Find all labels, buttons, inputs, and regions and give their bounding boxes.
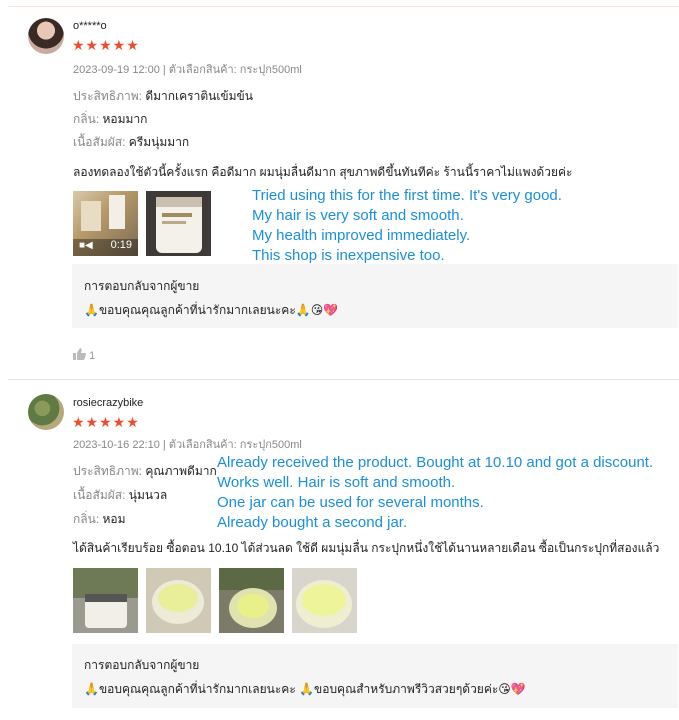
translation-line: Already received the product. Bought at … (217, 454, 654, 471)
photo-thumbnail[interactable] (292, 568, 357, 633)
attribute-row: เนื้อสัมผัส: นุ่มนวล (73, 486, 167, 505)
attribute-value: นุ่มนวล (128, 488, 168, 502)
rating-stars: ★★★★★ (72, 37, 140, 53)
review-comment: ได้สินค้าเรียบร้อย ซื้อตอน 10.10 ได้ส่วน… (73, 541, 660, 555)
attribute-row: ประสิทธิภาพ: คุณภาพดีมาก (73, 462, 217, 481)
translation-line: Works well. Hair is soft and smooth. (217, 474, 456, 491)
reply-text: 🙏ขอบคุณคุณลูกค้าที่น่ารักมากเลยนะคะ 🙏ขอบ… (84, 682, 526, 696)
translation-line: Tried using this for the first time. It'… (252, 187, 562, 204)
attribute-row: กลิ่น: หอม (73, 510, 126, 529)
attribute-key: เนื้อสัมผัส: (73, 135, 126, 149)
review-card: o*****o ★★★★★ 2023-09-19 12:00 | ตัวเลือ… (0, 18, 679, 363)
review-meta: 2023-09-19 12:00 | ตัวเลือกสินค้า: กระปุ… (73, 64, 302, 76)
review-comment: ลองทดลองใช้ตัวนี้ครั้งแรก คือดีมาก ผมนุ่… (73, 165, 573, 179)
reply-text: 🙏ขอบคุณคุณลูกค้าที่น่ารักมากเลยนะคะ🙏😘💖 (84, 303, 339, 317)
attribute-key: เนื้อสัมผัส: (73, 488, 126, 502)
rating-stars: ★★★★★ (72, 414, 140, 430)
video-duration: 0:19 (110, 239, 132, 251)
attribute-row: เนื้อสัมผัส: ครีมนุ่มมาก (73, 133, 189, 152)
top-border (8, 6, 679, 7)
translation-overlay: Already received the product. Bought at … (217, 453, 679, 533)
attribute-row: กลิ่น: หอมมาก (73, 110, 147, 129)
review-divider (8, 379, 679, 380)
video-thumbnail[interactable]: ■◀ 0:19 (73, 191, 138, 256)
attribute-row: ประสิทธิภาพ: ดีมากเคราตินเข้มข้น (73, 87, 253, 106)
avatar[interactable] (28, 394, 64, 430)
reviewer-name[interactable]: o*****o (73, 20, 107, 32)
video-camera-icon: ■◀ (79, 240, 93, 251)
avatar[interactable] (28, 18, 64, 54)
attribute-key: ประสิทธิภาพ: (73, 89, 142, 103)
seller-reply: การตอบกลับจากผู้ขาย 🙏ขอบคุณคุณลูกค้าที่น… (72, 644, 678, 708)
attribute-key: กลิ่น: (73, 512, 100, 526)
like-button[interactable]: 1 (73, 348, 95, 362)
attribute-value: คุณภาพดีมาก (145, 464, 217, 478)
translation-line: Already bought a second jar. (217, 514, 408, 531)
translation-line: One jar can be used for several months. (217, 494, 484, 511)
review-card: rosiecrazybike ★★★★★ 2023-10-16 22:10 | … (0, 390, 679, 720)
attribute-value: ครีมนุ่มมาก (128, 135, 190, 149)
translation-overlay: Tried using this for the first time. It'… (252, 186, 679, 266)
attribute-value: หอม (102, 512, 126, 526)
like-count: 1 (89, 350, 96, 362)
attribute-value: ดีมากเคราตินเข้มข้น (145, 89, 253, 103)
attribute-value: หอมมาก (102, 112, 148, 126)
attribute-key: กลิ่น: (73, 112, 100, 126)
photo-thumbnail[interactable] (219, 568, 284, 633)
translation-line: This shop is inexpensive too. (252, 247, 445, 264)
translation-line: My health improved immediately. (252, 227, 471, 244)
photo-thumbnail[interactable] (73, 568, 138, 633)
review-meta: 2023-10-16 22:10 | ตัวเลือกสินค้า: กระปุ… (73, 439, 302, 451)
photo-thumbnail[interactable] (146, 568, 211, 633)
reply-title: การตอบกลับจากผู้ขาย (84, 279, 200, 293)
reviewer-name[interactable]: rosiecrazybike (73, 397, 143, 409)
translation-line: My hair is very soft and smooth. (252, 207, 464, 224)
thumbs-up-icon (73, 348, 86, 360)
attribute-key: ประสิทธิภาพ: (73, 464, 142, 478)
photo-thumbnail[interactable] (146, 191, 211, 256)
reply-title: การตอบกลับจากผู้ขาย (84, 658, 200, 672)
seller-reply: การตอบกลับจากผู้ขาย 🙏ขอบคุณคุณลูกค้าที่น… (72, 264, 678, 328)
